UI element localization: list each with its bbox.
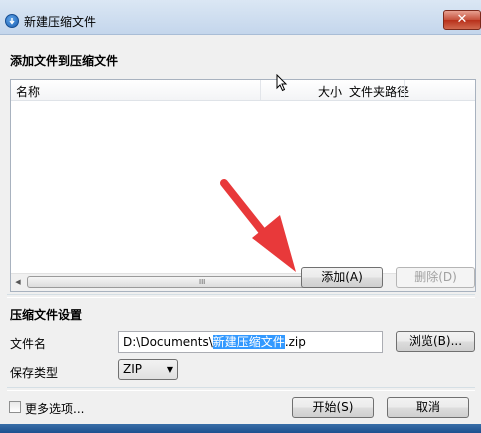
archive-settings-section-title: 压缩文件设置 [10, 308, 83, 322]
scroll-left-icon[interactable]: ◀ [13, 278, 23, 287]
start-button[interactable]: 开始(S) [292, 397, 374, 418]
file-list[interactable]: 名称 大小 文件夹路径 ◀ III ▶ [10, 79, 476, 292]
save-type-select[interactable]: ZIP ▼ [118, 359, 178, 380]
filename-prefix: D:\Documents\ [123, 335, 213, 349]
scrollbar-grip-icon: III [199, 278, 206, 286]
dialog-body: 添加文件到压缩文件 名称 大小 文件夹路径 ◀ III ▶ 添加(A) 删除(D… [0, 35, 481, 424]
delete-button[interactable]: 删除(D) [396, 267, 475, 288]
column-header-size[interactable]: 大小 [318, 83, 342, 100]
more-options-checkbox[interactable] [9, 401, 21, 413]
cancel-button[interactable]: 取消 [387, 397, 469, 418]
more-options-label[interactable]: 更多选项... [25, 400, 84, 417]
filename-input[interactable]: D:\Documents\新建压缩文件.zip [118, 331, 383, 353]
taskbar-strip [0, 424, 481, 433]
app-icon [5, 14, 19, 28]
mouse-cursor-icon [276, 74, 288, 92]
column-divider[interactable] [260, 80, 261, 100]
column-header-name[interactable]: 名称 [16, 83, 40, 100]
add-files-section-title: 添加文件到压缩文件 [10, 54, 119, 68]
filename-extension: .zip [284, 335, 306, 349]
filename-label: 文件名 [10, 337, 47, 351]
divider [7, 387, 475, 391]
close-button[interactable]: ✕ [443, 10, 481, 30]
column-header-path[interactable]: 文件夹路径 [349, 83, 409, 100]
save-type-label: 保存类型 [10, 366, 59, 380]
browse-button[interactable]: 浏览(B)... [396, 331, 475, 352]
save-type-value: ZIP [123, 362, 142, 376]
filename-selection: 新建压缩文件 [212, 335, 285, 349]
list-header: 名称 大小 文件夹路径 [11, 80, 475, 101]
new-archive-dialog: 新建压缩文件 ✕ 添加文件到压缩文件 名称 大小 文件夹路径 ◀ III ▶ 添… [0, 0, 481, 433]
title-bar[interactable]: 新建压缩文件 ✕ [0, 0, 481, 35]
add-button[interactable]: 添加(A) [301, 267, 383, 288]
divider [7, 294, 475, 298]
window-title: 新建压缩文件 [24, 15, 97, 29]
chevron-down-icon: ▼ [166, 365, 173, 374]
column-divider[interactable] [404, 80, 405, 100]
